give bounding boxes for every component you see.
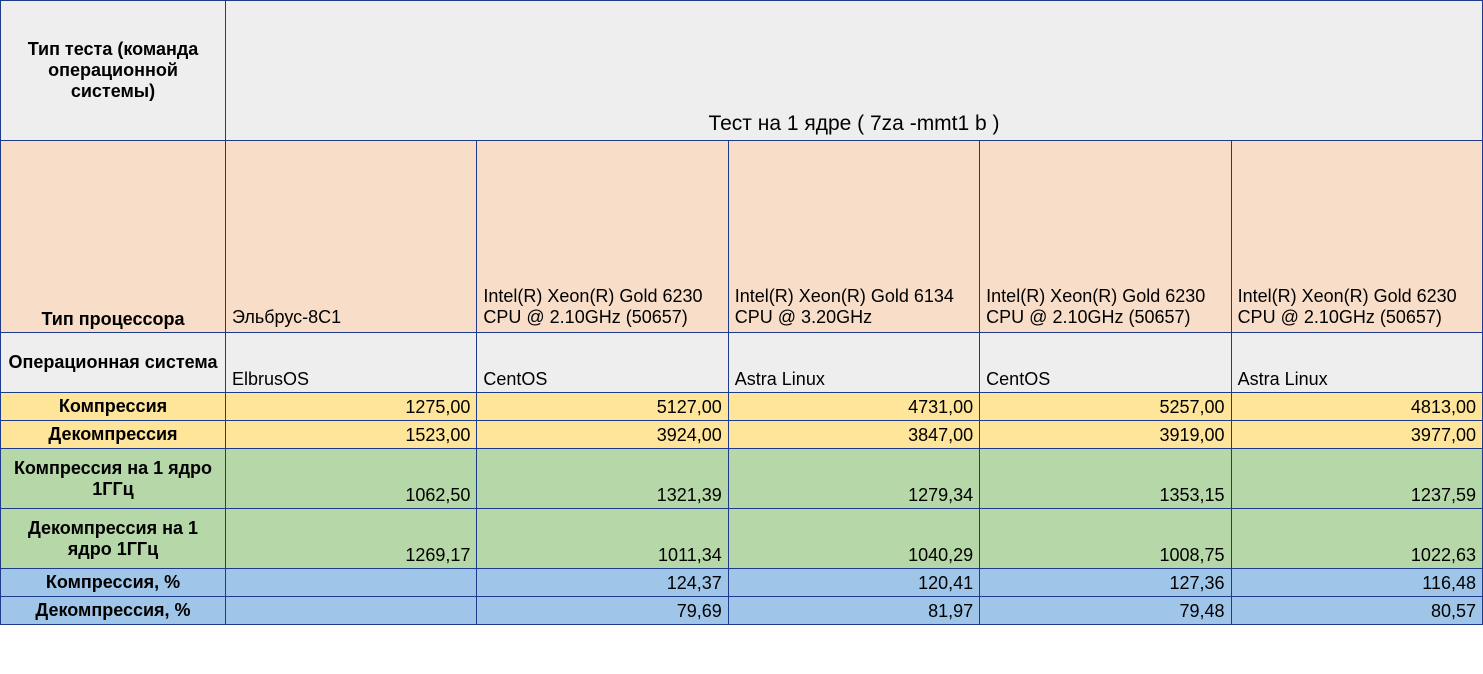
cpu-cell: Эльбрус-8С1 [226, 141, 477, 333]
value-cell: 5257,00 [980, 393, 1231, 421]
value-cell: 1062,50 [226, 449, 477, 509]
value-cell: 1237,59 [1231, 449, 1482, 509]
header-row-cpu: Тип процессора Эльбрус-8С1 Intel(R) Xeon… [1, 141, 1483, 333]
value-cell: 1011,34 [477, 509, 728, 569]
value-cell: 1275,00 [226, 393, 477, 421]
header-cpu-type: Тип процессора [1, 141, 226, 333]
os-cell: Astra Linux [728, 333, 979, 393]
value-cell: 1008,75 [980, 509, 1231, 569]
row-label: Компрессия, % [1, 569, 226, 597]
value-cell [226, 597, 477, 625]
row-label: Декомпрессия на 1 ядро 1ГГц [1, 509, 226, 569]
value-cell: 3847,00 [728, 421, 979, 449]
header-row-test-type: Тип теста (команда операционной системы)… [1, 1, 1483, 141]
cpu-cell: Intel(R) Xeon(R) Gold 6230 CPU @ 2.10GHz… [1231, 141, 1482, 333]
benchmark-table: Тип теста (команда операционной системы)… [0, 0, 1483, 625]
value-cell: 1523,00 [226, 421, 477, 449]
value-cell: 79,48 [980, 597, 1231, 625]
value-cell: 79,69 [477, 597, 728, 625]
row-comp-pct: Компрессия, % 124,37 120,41 127,36 116,4… [1, 569, 1483, 597]
header-test-type: Тип теста (команда операционной системы) [1, 1, 226, 141]
row-label: Декомпрессия [1, 421, 226, 449]
value-cell: 1321,39 [477, 449, 728, 509]
value-cell [226, 569, 477, 597]
value-cell: 5127,00 [477, 393, 728, 421]
value-cell: 1040,29 [728, 509, 979, 569]
row-compression: Компрессия 1275,00 5127,00 4731,00 5257,… [1, 393, 1483, 421]
row-decomp-per-core: Декомпрессия на 1 ядро 1ГГц 1269,17 1011… [1, 509, 1483, 569]
row-decomp-pct: Декомпрессия, % 79,69 81,97 79,48 80,57 [1, 597, 1483, 625]
header-os: Операционная система [1, 333, 226, 393]
cpu-cell: Intel(R) Xeon(R) Gold 6230 CPU @ 2.10GHz… [477, 141, 728, 333]
value-cell: 80,57 [1231, 597, 1482, 625]
row-decompression: Декомпрессия 1523,00 3924,00 3847,00 391… [1, 421, 1483, 449]
row-label: Декомпрессия, % [1, 597, 226, 625]
value-cell: 1353,15 [980, 449, 1231, 509]
os-cell: Astra Linux [1231, 333, 1482, 393]
value-cell: 4731,00 [728, 393, 979, 421]
value-cell: 120,41 [728, 569, 979, 597]
value-cell: 3977,00 [1231, 421, 1482, 449]
value-cell: 81,97 [728, 597, 979, 625]
value-cell: 127,36 [980, 569, 1231, 597]
os-cell: CentOS [477, 333, 728, 393]
value-cell: 124,37 [477, 569, 728, 597]
os-cell: ElbrusOS [226, 333, 477, 393]
row-label: Компрессия [1, 393, 226, 421]
value-cell: 3924,00 [477, 421, 728, 449]
os-cell: CentOS [980, 333, 1231, 393]
header-row-os: Операционная система ElbrusOS CentOS Ast… [1, 333, 1483, 393]
value-cell: 3919,00 [980, 421, 1231, 449]
value-cell: 1279,34 [728, 449, 979, 509]
value-cell: 1269,17 [226, 509, 477, 569]
value-cell: 1022,63 [1231, 509, 1482, 569]
value-cell: 116,48 [1231, 569, 1482, 597]
cpu-cell: Intel(R) Xeon(R) Gold 6230 CPU @ 2.10GHz… [980, 141, 1231, 333]
value-cell: 4813,00 [1231, 393, 1482, 421]
header-test-span: Тест на 1 ядре ( 7za -mmt1 b ) [226, 1, 1483, 141]
cpu-cell: Intel(R) Xeon(R) Gold 6134 CPU @ 3.20GHz [728, 141, 979, 333]
row-comp-per-core: Компрессия на 1 ядро 1ГГц 1062,50 1321,3… [1, 449, 1483, 509]
row-label: Компрессия на 1 ядро 1ГГц [1, 449, 226, 509]
